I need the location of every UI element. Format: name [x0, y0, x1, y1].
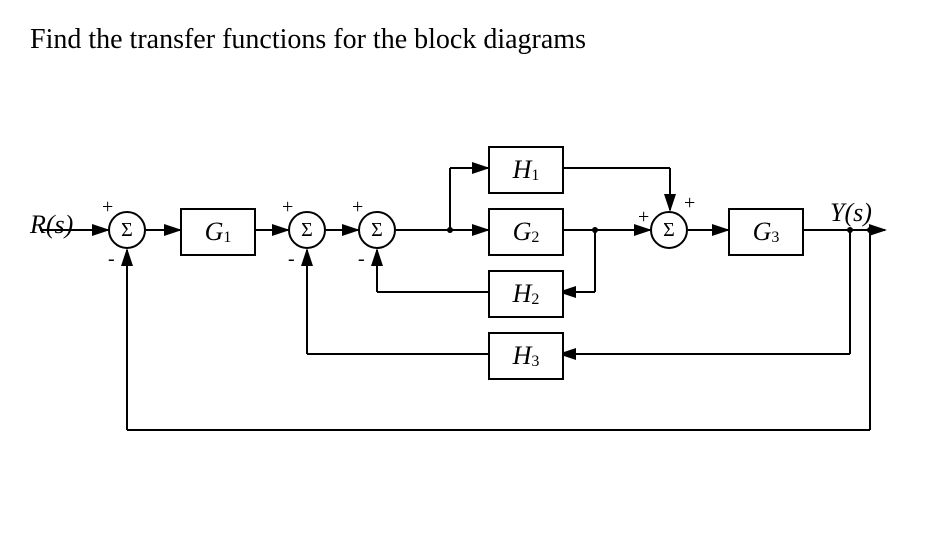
block-h1-sub: 1: [531, 167, 539, 185]
block-h2-sub: 2: [531, 291, 539, 309]
sum2-minus: -: [288, 248, 295, 271]
sum1-plus: +: [102, 196, 113, 219]
block-g2-sub: 2: [531, 229, 539, 247]
block-g1-sub: 1: [223, 229, 231, 247]
sum2-plus: +: [282, 196, 293, 219]
sum-3: Σ: [358, 211, 396, 249]
sum4-plus-left: +: [638, 206, 649, 229]
sum1-minus: -: [108, 248, 115, 271]
block-h3-sub: 3: [531, 353, 539, 371]
block-h3-label: H: [513, 341, 532, 371]
output-label: Y(s): [830, 198, 872, 228]
block-h2-label: H: [513, 279, 532, 309]
input-label: R(s): [30, 210, 73, 240]
diagram-wires: [30, 110, 900, 490]
sum-2: Σ: [288, 211, 326, 249]
sum3-minus: -: [358, 248, 365, 271]
sum3-plus: +: [352, 196, 363, 219]
block-g3-sub: 3: [771, 229, 779, 247]
block-g1-label: G: [205, 217, 224, 247]
block-h2: H2: [488, 270, 564, 318]
sum-4: Σ: [650, 211, 688, 249]
block-g1: G1: [180, 208, 256, 256]
block-g2-label: G: [513, 217, 532, 247]
page-title: Find the transfer functions for the bloc…: [30, 24, 586, 56]
block-h1: H1: [488, 146, 564, 194]
sum4-plus-top: +: [684, 192, 695, 215]
block-diagram: R(s) Y(s) Σ + - Σ + - Σ + - Σ + + G1 H1 …: [30, 110, 900, 490]
block-g2: G2: [488, 208, 564, 256]
block-h1-label: H: [513, 155, 532, 185]
sum-1: Σ: [108, 211, 146, 249]
block-g3: G3: [728, 208, 804, 256]
block-g3-label: G: [753, 217, 772, 247]
block-h3: H3: [488, 332, 564, 380]
